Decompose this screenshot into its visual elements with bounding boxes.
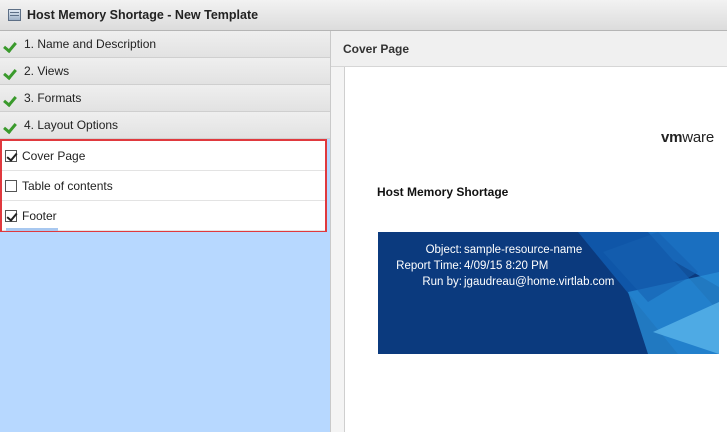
step-label: 3. Formats xyxy=(24,91,82,105)
step-label: 1. Name and Description xyxy=(24,37,157,51)
step-label: 4. Layout Options xyxy=(24,118,119,132)
report-time-label: Report Time: xyxy=(396,260,462,272)
preview-header: Cover Page xyxy=(331,31,727,67)
title-bar: Host Memory Shortage - New Template xyxy=(0,0,727,31)
step-name-and-description[interactable]: 1. Name and Description xyxy=(0,31,330,58)
vmware-logo: vmware xyxy=(661,129,714,146)
step-formats[interactable]: 3. Formats xyxy=(0,85,330,112)
option-table-of-contents[interactable]: Table of contents xyxy=(2,171,325,201)
step-label: 2. Views xyxy=(24,64,70,78)
footer-checkbox[interactable] xyxy=(5,209,17,222)
table-of-contents-checkbox[interactable] xyxy=(5,179,17,192)
option-footer[interactable]: Footer xyxy=(2,201,325,231)
banner-text: Object: sample-resource-name Report Time… xyxy=(378,242,618,290)
wizard-steps-panel: 1. Name and Description 2. Views 3. Form… xyxy=(0,31,330,432)
run-by-label: Run by: xyxy=(422,276,462,288)
object-label: Object: xyxy=(425,244,462,256)
cover-page-preview: vmware Host Memory Shortage Object: samp… xyxy=(344,67,727,432)
object-value: sample-resource-name xyxy=(464,244,583,256)
checkmark-icon xyxy=(4,37,20,51)
option-label: Footer xyxy=(22,208,57,223)
window-title: Host Memory Shortage - New Template xyxy=(27,8,259,22)
cover-page-checkbox[interactable] xyxy=(5,149,17,162)
layout-options-group: Cover Page Table of contents Footer xyxy=(0,139,327,232)
object-row: Object: sample-resource-name xyxy=(378,242,618,258)
report-time-value: 4/09/15 8:20 PM xyxy=(464,260,549,272)
window-icon xyxy=(8,9,21,21)
option-label: Cover Page xyxy=(22,148,86,163)
footer-focus-underline xyxy=(6,228,58,231)
option-label: Table of contents xyxy=(22,178,113,193)
report-title: Host Memory Shortage xyxy=(377,185,509,199)
report-time-row: Report Time: 4/09/15 8:20 PM xyxy=(378,258,618,274)
step-layout-options[interactable]: 4. Layout Options xyxy=(0,112,330,139)
option-cover-page[interactable]: Cover Page xyxy=(2,141,325,171)
step-views[interactable]: 2. Views xyxy=(0,58,330,85)
report-info-banner: Object: sample-resource-name Report Time… xyxy=(378,232,719,354)
checkmark-icon xyxy=(4,91,20,105)
checkmark-icon xyxy=(4,64,20,78)
checkmark-icon xyxy=(4,118,20,132)
preview-panel: Cover Page vmware Host Memory Shortage O… xyxy=(330,31,727,432)
run-by-value: jgaudreau@home.virtlab.com xyxy=(464,276,615,288)
run-by-row: Run by: jgaudreau@home.virtlab.com xyxy=(378,274,618,290)
